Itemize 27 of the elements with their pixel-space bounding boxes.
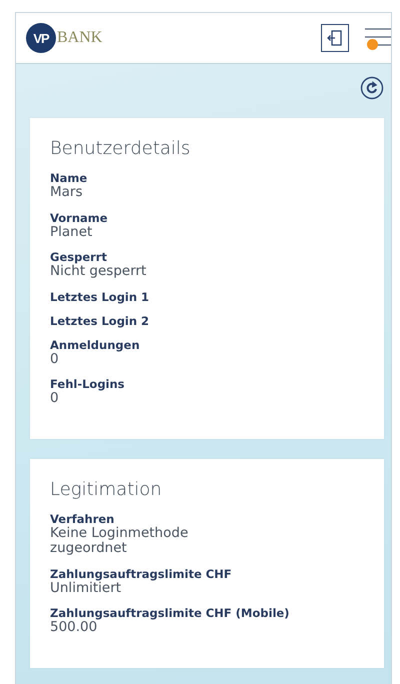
field-value: Keine Loginmethode zugeordnet (50, 526, 190, 557)
field-value: Mars (50, 185, 84, 201)
logout-button[interactable] (321, 24, 349, 52)
field-value: 500.00 (50, 620, 98, 636)
field-label: Fehl-Logins (50, 377, 126, 392)
field-label: Gesperrt (50, 250, 108, 264)
refresh-button[interactable] (360, 76, 384, 100)
field-label: Letztes Login 1 (50, 290, 150, 304)
menu-button[interactable] (363, 26, 391, 50)
card-title: Benutzerdetails (50, 138, 192, 159)
exit-door-icon (326, 29, 344, 47)
refresh-icon (360, 76, 384, 100)
field-label: Name (50, 171, 88, 185)
logo-text: BANK (57, 29, 102, 47)
field-value: 0 (50, 352, 59, 368)
card-title: Legitimation (50, 478, 163, 500)
field-value: Nicht gesperrt (50, 264, 148, 280)
field-label: Vorname (50, 210, 109, 225)
field-label: Zahlungsauftragslimite CHF (Mobile) (50, 606, 290, 620)
field-label: Letztes Login 2 (50, 314, 150, 328)
field-value: Planet (50, 224, 94, 240)
field-label: Verfahren (50, 512, 116, 526)
logo-mark: VP (26, 23, 56, 53)
field-value: Unlimitiert (50, 580, 122, 596)
field-value: 0 (50, 391, 59, 407)
field-label: Zahlungsauftragslimite CHF (50, 566, 233, 581)
field-label: Anmeldungen (50, 338, 141, 352)
